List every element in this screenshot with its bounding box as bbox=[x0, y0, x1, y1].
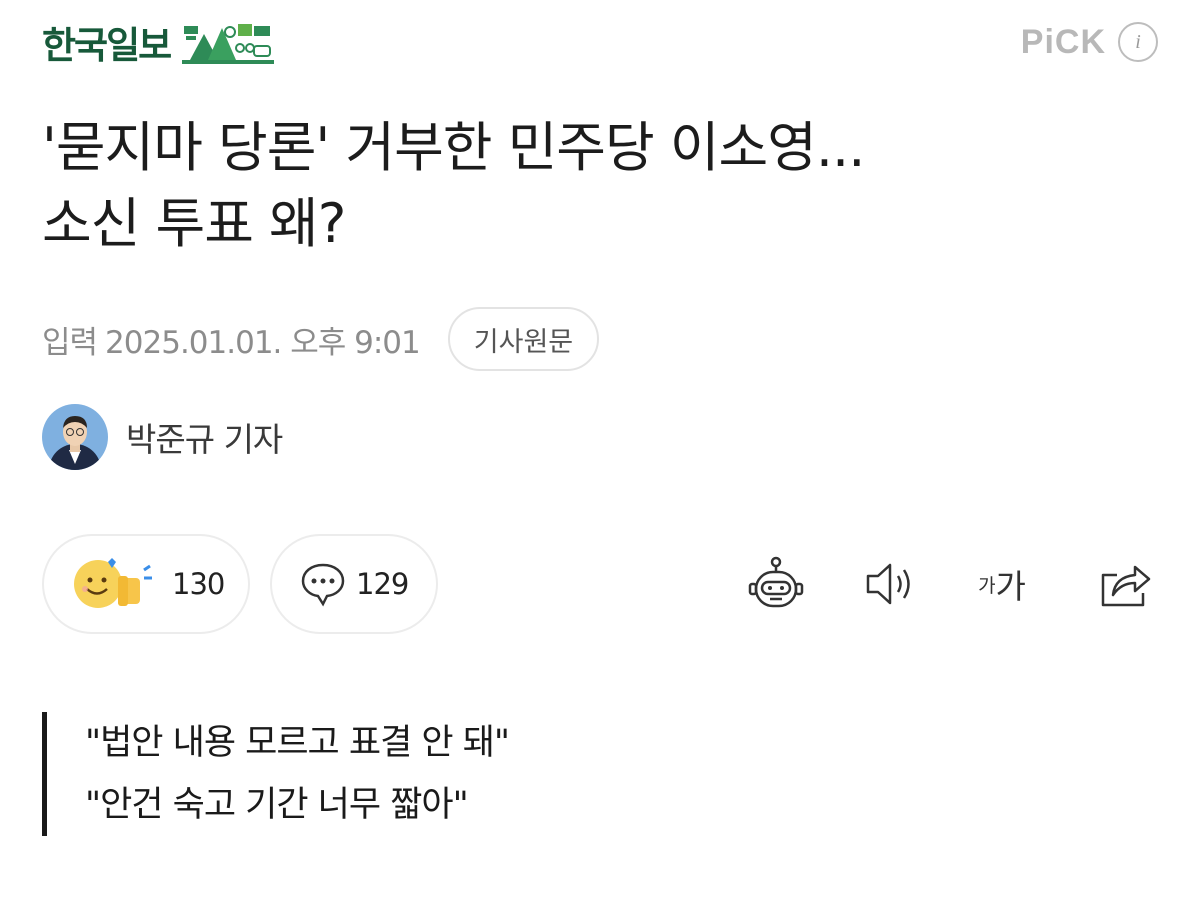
comment-icon bbox=[301, 563, 345, 607]
pick-badge: PiCK i bbox=[1021, 18, 1158, 66]
published-label: 입력 bbox=[42, 324, 98, 361]
reaction-count: 130 bbox=[172, 567, 225, 601]
quote-line: "법안 내용 모르고 표결 안 돼" bbox=[85, 723, 510, 763]
speaker-icon bbox=[866, 563, 910, 605]
article-title-line1: '묻지마 당론' 거부한 민주당 이소영... bbox=[42, 116, 865, 179]
text-to-speech-button[interactable] bbox=[860, 554, 920, 614]
share-icon bbox=[1101, 565, 1151, 607]
article-actions: 130 129 가가 bbox=[42, 534, 1158, 634]
quote-line: "안건 숙고 기간 너무 짧아" bbox=[85, 785, 469, 825]
reporter-profile[interactable]: 박준규 기자 bbox=[42, 404, 283, 470]
font-size-small-label: 가 bbox=[978, 574, 996, 597]
reporter-name: 박준규 기자 bbox=[126, 420, 283, 459]
comment-count: 129 bbox=[356, 567, 409, 601]
article-title-line2: 소신 투표 왜? bbox=[42, 192, 346, 255]
subtitle-quote: "법안 내용 모르고 표결 안 돼" "안건 숙고 기간 너무 짧아" bbox=[42, 712, 510, 836]
font-size-button[interactable]: 가가 bbox=[972, 554, 1032, 614]
article-header: 한국일보 PiCK i bbox=[0, 0, 1200, 90]
smile-thumbsup-icon bbox=[74, 558, 152, 608]
comment-button[interactable]: 129 bbox=[270, 534, 438, 634]
article-meta: 입력 2025.01.01. 오후 9:01 기사원문 bbox=[42, 306, 600, 372]
pick-label: PiCK bbox=[1020, 22, 1106, 61]
press-emblem-icon bbox=[182, 24, 275, 64]
original-article-button[interactable]: 기사원문 bbox=[447, 307, 600, 371]
reporter-avatar bbox=[42, 404, 108, 470]
share-button[interactable] bbox=[1094, 554, 1154, 614]
article-title: '묻지마 당론' 거부한 민주당 이소영... 소신 투표 왜? bbox=[42, 110, 1162, 262]
info-icon[interactable]: i bbox=[1118, 22, 1158, 62]
ai-summary-button[interactable] bbox=[746, 554, 806, 614]
font-size-large-label: 가 bbox=[995, 567, 1026, 606]
published-date: 2025.01.01. 오후 9:01 bbox=[105, 324, 421, 361]
robot-icon bbox=[748, 556, 804, 608]
reaction-button[interactable]: 130 bbox=[42, 534, 250, 634]
press-logo[interactable]: 한국일보 bbox=[42, 14, 275, 70]
press-logo-text: 한국일보 bbox=[42, 24, 172, 67]
